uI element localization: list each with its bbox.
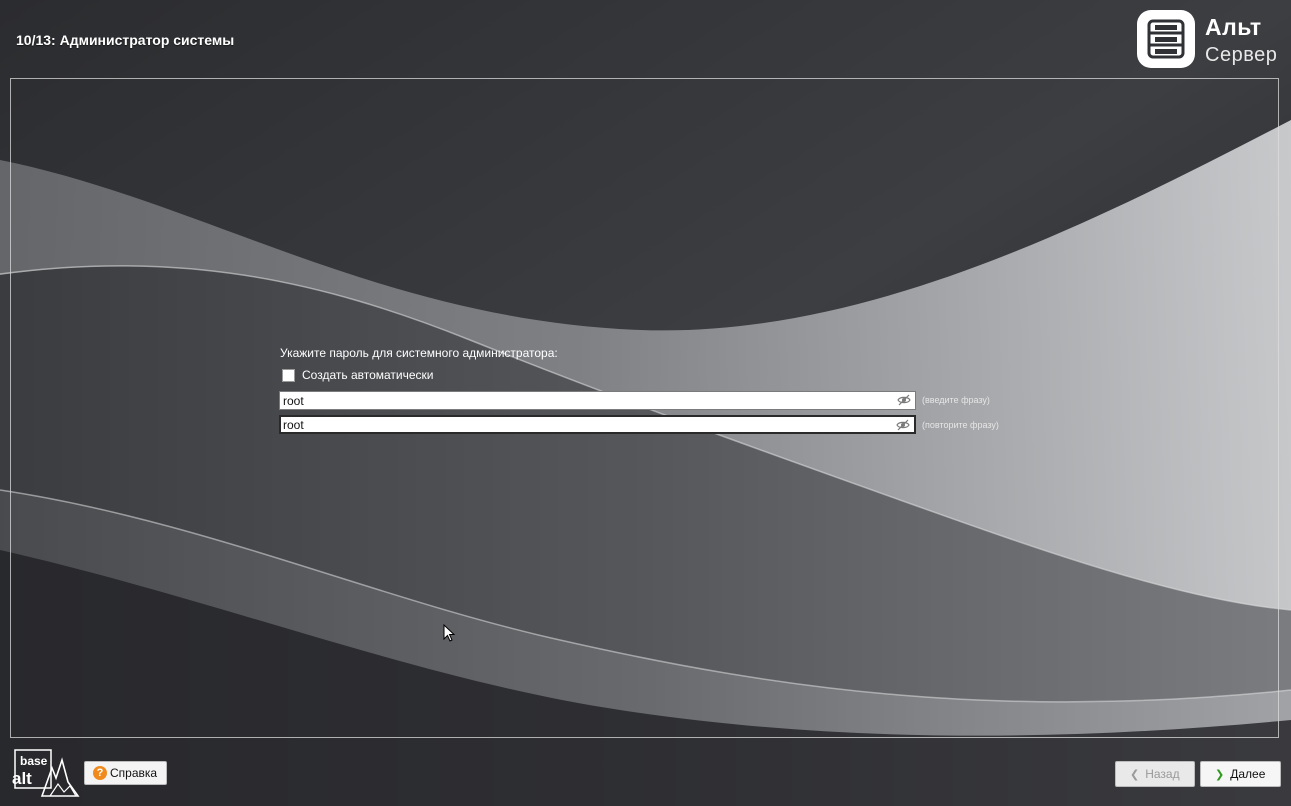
next-button[interactable]: ❯ Далее <box>1200 761 1281 787</box>
help-button[interactable]: ? Справка <box>84 761 168 785</box>
back-button-label: Назад <box>1145 767 1180 781</box>
password-hint: (введите фразу) <box>922 395 990 405</box>
brand-subtitle: Сервер <box>1205 44 1278 66</box>
eye-crossed-icon[interactable] <box>897 394 911 406</box>
next-button-label: Далее <box>1230 767 1266 781</box>
password-confirm-input[interactable] <box>283 417 883 432</box>
svg-text:base: base <box>20 754 48 768</box>
auto-generate-row[interactable]: Создать автоматически <box>282 367 434 383</box>
step-title: 10/13: Администратор системы <box>16 32 235 48</box>
password-confirm-hint: (повторите фразу) <box>922 420 999 430</box>
brand-name: Альт <box>1205 14 1262 40</box>
auto-generate-checkbox[interactable] <box>282 368 295 382</box>
mouse-cursor-icon <box>443 624 456 642</box>
svg-text:alt: alt <box>12 769 32 788</box>
server-icon <box>1147 19 1185 59</box>
basealt-logo: base alt <box>12 749 80 797</box>
password-prompt-label: Укажите пароль для системного администра… <box>280 346 558 360</box>
password-input[interactable] <box>283 392 883 409</box>
password-field[interactable] <box>279 391 916 410</box>
auto-generate-label[interactable]: Создать автоматически <box>302 368 434 382</box>
chevron-left-icon: ❮ <box>1130 768 1140 781</box>
back-button[interactable]: ❮ Назад <box>1115 761 1195 787</box>
brand-logo <box>1137 10 1195 68</box>
eye-crossed-icon[interactable] <box>896 419 910 431</box>
question-circle-icon: ? <box>93 766 107 780</box>
help-button-label: Справка <box>110 766 158 780</box>
password-confirm-field[interactable] <box>279 415 916 434</box>
chevron-right-icon: ❯ <box>1215 768 1225 781</box>
